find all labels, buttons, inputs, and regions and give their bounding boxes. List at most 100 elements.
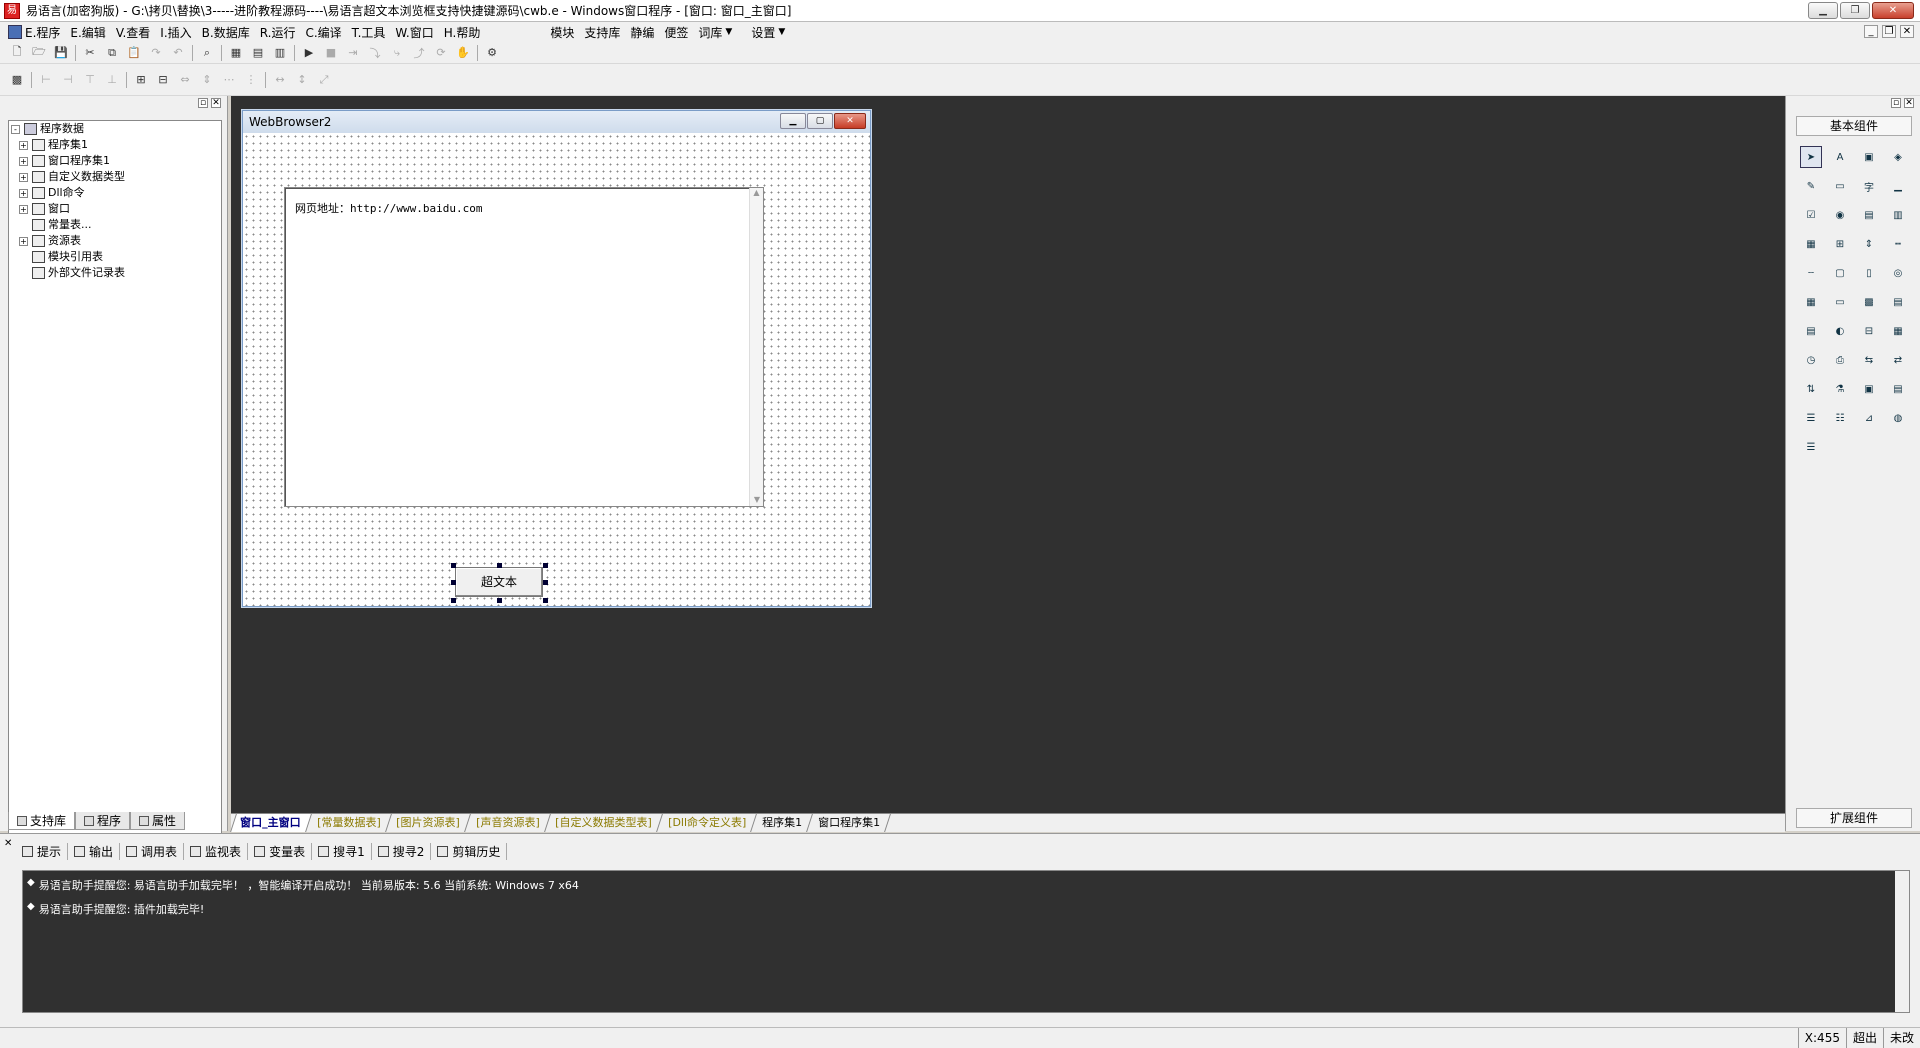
component-icon[interactable]: ▤ [1887, 378, 1909, 400]
component-icon[interactable]: ⇆ [1858, 349, 1880, 371]
menu-settings[interactable]: 设置 [746, 24, 780, 41]
component-icon[interactable]: ⚗ [1829, 378, 1851, 400]
component-icon[interactable]: ▤ [1858, 204, 1880, 226]
helper-icon[interactable]: ⚙ [483, 45, 501, 61]
component-icon[interactable]: A [1829, 146, 1851, 168]
component-icon[interactable]: ▢ [1829, 262, 1851, 284]
paste-icon[interactable]: 📋 [125, 45, 143, 61]
expand-toggle-icon[interactable]: + [19, 140, 28, 150]
component-icon[interactable]: ◎ [1887, 262, 1909, 284]
component-icon[interactable]: ▭ [1829, 291, 1851, 313]
same-width-icon[interactable]: ⇔ [176, 72, 194, 88]
tab-properties[interactable]: 属性 [130, 812, 186, 830]
minimize-button[interactable]: ▁ [1808, 2, 1838, 19]
size-icon[interactable]: ⤢ [315, 72, 333, 88]
design-maximize-button[interactable]: ▢ [807, 113, 833, 129]
left-panel-close-button[interactable]: ✕ [211, 98, 221, 108]
open-folder-icon[interactable]: 🗁 [30, 45, 48, 61]
output-close-icon[interactable]: ✕ [4, 838, 12, 849]
expand-toggle-icon[interactable]: + [19, 236, 28, 246]
component-icon[interactable]: ▤ [1800, 320, 1822, 342]
component-icon[interactable]: ▣ [1858, 378, 1880, 400]
redo-icon[interactable]: ↷ [147, 45, 165, 61]
component-icon[interactable]: ▤ [1887, 291, 1909, 313]
doc-tab[interactable]: 程序集1 [753, 814, 813, 832]
right-panel-close-button[interactable]: ✕ [1904, 98, 1914, 108]
align-left-icon[interactable]: ⊢ [37, 72, 55, 88]
basic-components-header[interactable]: 基本组件 [1796, 116, 1912, 136]
resize-handle[interactable] [543, 598, 548, 603]
tree-node[interactable]: + 程序集1 [9, 137, 221, 153]
stop-icon[interactable]: ■ [322, 45, 340, 61]
hypertext-button[interactable]: 超文本 [455, 567, 543, 597]
component-icon[interactable]: ▯ [1858, 262, 1880, 284]
hand-icon[interactable]: ✋ [454, 45, 472, 61]
doc-tab[interactable]: [自定义数据类型表] [546, 814, 663, 832]
run-icon[interactable]: ▶ [300, 45, 318, 61]
menu-edit[interactable]: E.编辑 [65, 24, 110, 41]
component-icon[interactable]: ⊟ [1858, 320, 1880, 342]
align-top-icon[interactable]: ⊤ [81, 72, 99, 88]
step-over-icon[interactable]: ⤷ [388, 45, 406, 61]
component-icon[interactable]: ☑ [1800, 204, 1822, 226]
menu-help[interactable]: H.帮助 [439, 24, 486, 41]
tree-node[interactable]: + 窗口 [9, 201, 221, 217]
design-minimize-button[interactable]: ▁ [780, 113, 806, 129]
component-icon[interactable]: ⇄ [1887, 349, 1909, 371]
doc-tab[interactable]: [声音资源表] [466, 814, 551, 832]
component-icon[interactable]: ⊿ [1858, 407, 1880, 429]
component-icon[interactable]: 字 [1858, 175, 1880, 197]
step-icon[interactable]: ⇥ [344, 45, 362, 61]
rich-text-scrollbar[interactable]: ▲ ▼ [749, 188, 763, 506]
expand-toggle-icon[interactable]: + [19, 188, 28, 198]
design-window-titlebar[interactable]: WebBrowser2 ▁ ▢ ✕ [243, 111, 870, 133]
step-out-icon[interactable]: ⤴ [410, 45, 428, 61]
component-icon[interactable]: ▩ [1858, 291, 1880, 313]
component-icon[interactable]: ☰ [1800, 407, 1822, 429]
find-icon[interactable]: ⌕ [198, 45, 216, 61]
output-tab[interactable]: 搜寻2 [372, 842, 432, 860]
space-h-icon[interactable]: ⋯ [220, 72, 238, 88]
output-tab[interactable]: 搜寻1 [312, 842, 372, 860]
resize-handle[interactable] [497, 598, 502, 603]
tree-node[interactable]: + 资源表 [9, 233, 221, 249]
settings-dropdown-icon[interactable]: ▼ [778, 27, 799, 37]
menu-insert[interactable]: I.插入 [155, 24, 196, 41]
component-icon[interactable]: ◍ [1887, 407, 1909, 429]
menu-dictionary[interactable]: 词库 [693, 24, 727, 41]
width-icon[interactable]: ↔ [271, 72, 289, 88]
component-icon[interactable]: ▦ [1887, 320, 1909, 342]
expand-toggle-icon[interactable]: + [19, 156, 28, 166]
tree-node[interactable]: 模块引用表 [9, 249, 221, 265]
doc-tab[interactable]: 窗口程序集1 [809, 814, 891, 832]
dictionary-dropdown-icon[interactable]: ▼ [725, 27, 746, 37]
component-icon[interactable]: ◐ [1829, 320, 1851, 342]
output-tab[interactable]: 剪辑历史 [431, 842, 508, 860]
component-icon[interactable]: ▁ [1887, 175, 1909, 197]
expand-toggle-icon[interactable]: + [19, 204, 28, 214]
grid-icon[interactable]: ▩ [8, 72, 26, 88]
resize-handle[interactable] [451, 563, 456, 568]
component-icon[interactable]: ▥ [1887, 204, 1909, 226]
output-body[interactable]: ◆ 易语言助手提醒您: 易语言助手加载完毕！ ，智能编译开启成功！ 当前易版本: … [22, 870, 1910, 1013]
tree-node[interactable]: + 窗口程序集1 [9, 153, 221, 169]
menu-view[interactable]: V.查看 [111, 24, 155, 41]
tree-node[interactable]: 常量表... [9, 217, 221, 233]
output-tab[interactable]: 提示 [16, 842, 69, 860]
design-window[interactable]: WebBrowser2 ▁ ▢ ✕ 网页地址：http://www.baidu.… [242, 110, 871, 607]
tab-program[interactable]: 程序 [75, 812, 131, 830]
rich-text-box[interactable]: 网页地址：http://www.baidu.com ▲ ▼ [284, 187, 764, 507]
space-v-icon[interactable]: ⋮ [242, 72, 260, 88]
menu-compile[interactable]: C.编译 [300, 24, 346, 41]
pointer-tool-icon[interactable]: ➤ [1800, 146, 1822, 168]
layout-1-icon[interactable]: ▦ [227, 45, 245, 61]
undo-icon[interactable]: ↶ [169, 45, 187, 61]
doc-tab[interactable]: 窗口_主窗口 [230, 814, 312, 832]
restore-button[interactable]: ❐ [1840, 2, 1870, 19]
doc-tab[interactable]: [图片资源表] [387, 814, 471, 832]
menu-program[interactable]: E.程序 [0, 24, 65, 41]
component-icon[interactable]: ☰ [1800, 436, 1822, 458]
menu-window[interactable]: W.窗口 [390, 24, 438, 41]
component-icon[interactable]: ◈ [1887, 146, 1909, 168]
resize-handle[interactable] [543, 563, 548, 568]
